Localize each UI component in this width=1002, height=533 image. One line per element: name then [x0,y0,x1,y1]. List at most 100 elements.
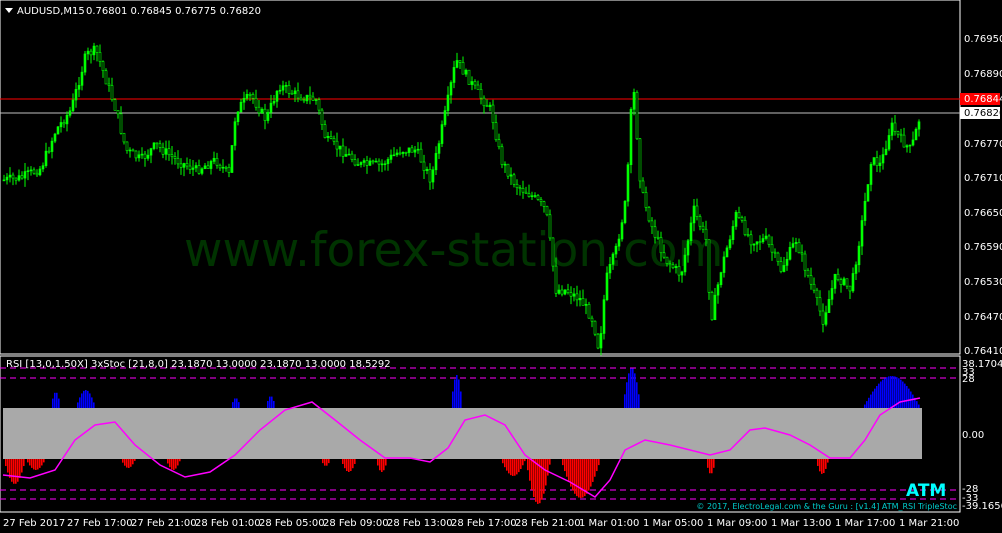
watermark-text: www.forex-station.com [184,223,723,278]
candle-body [746,234,750,236]
candle-body [182,163,186,168]
histogram-bar [598,459,600,466]
candle-body [356,164,360,166]
histogram-bar [130,459,132,467]
candle-body [638,138,642,182]
candle-body [887,135,891,150]
candle-body [575,293,579,301]
candle-body [53,133,57,142]
candle-body [173,156,177,159]
histogram-bar [37,459,39,470]
candle-body [494,122,498,140]
candle-body [107,83,111,86]
candle-body [392,154,396,157]
candle-body [302,99,306,102]
candle-body [815,289,819,298]
histogram-bar [31,459,33,468]
histogram-bar [549,459,551,465]
histogram-bar [326,459,328,466]
histogram-bar [324,459,326,466]
candle-body [914,128,918,141]
candle-body [800,252,804,255]
histogram-bar [128,459,130,468]
candle-body [134,150,138,159]
candle-body [776,252,780,262]
candle-body [149,148,153,156]
candle-body [230,145,234,173]
candle-body [752,243,756,246]
histogram-bar [19,459,21,478]
candle-body [836,273,840,281]
candle-body [209,161,213,169]
histogram-bar [572,459,574,491]
candle-body [59,122,63,128]
ask-price-tag-text: 0.76844 [964,94,1002,105]
histogram-bar [385,459,387,466]
candle-body [332,138,336,142]
indicator-scale[interactable]: 38.1704 33 28 0.00 -28 -33 -39.1656 [962,359,1002,512]
histogram-bar [15,459,17,484]
histogram-bar [864,404,866,408]
candle-body [668,263,672,266]
candle-body [551,237,555,267]
histogram-bar [354,459,356,464]
candle-body [698,216,702,227]
histogram-bar [906,385,908,408]
candle-body [14,177,18,181]
candle-body [38,168,42,176]
candle-body [422,161,426,171]
candle-body [797,242,801,254]
candle-body [179,163,183,168]
candle-body [68,110,72,116]
candle-body [83,53,87,73]
candle-body [863,200,867,221]
candle-body [8,174,12,178]
candle-body [194,165,198,169]
time-label: 1 Mar 05:00 [643,518,703,529]
chart-canvas[interactable]: www.forex-station.com AUDUSD,M15 0.76801… [0,0,1002,533]
candle-body [584,303,588,306]
candle-body [344,154,348,157]
candle-body [611,253,615,265]
candle-body [377,160,381,165]
candle-body [65,114,69,125]
histogram-bar [564,459,566,472]
histogram-bar [892,376,894,408]
candle-body [506,163,510,177]
candle-body [647,207,651,222]
candle-body [479,89,483,99]
time-axis[interactable]: 27 Feb 2017 27 Feb 17:00 27 Feb 21:00 28… [3,518,959,529]
scale-label: 28 [962,374,975,385]
candle-body [812,283,816,291]
histogram-bar [533,459,535,497]
candle-body [713,294,717,321]
histogram-bar [5,459,7,467]
candle-body [548,214,552,239]
candle-body [818,297,822,312]
histogram-bar [545,459,547,486]
candle-body [806,269,810,276]
histogram-bar [17,459,19,482]
histogram-bar [870,394,872,408]
histogram-bar [588,459,590,491]
candle-body [635,92,639,140]
candle-body [410,147,414,153]
candle-body [215,158,219,166]
candle-body [263,108,267,121]
price-scale[interactable]: 0.76950 0.76890 0.76770 0.76710 0.76650 … [964,34,1002,357]
histogram-bar [827,459,829,463]
histogram-bar [524,459,526,462]
price-label: 0.76470 [964,312,1002,323]
candle-body [419,148,423,163]
candle-body [35,172,39,176]
candle-body [905,145,909,148]
histogram-bar [452,391,454,408]
candle-body [899,133,903,136]
candle-body [401,151,405,154]
histogram-bar [348,459,350,472]
candle-body [596,333,600,349]
candle-body [848,285,852,292]
candle-body [527,193,531,197]
histogram-bar [273,400,275,408]
candle-body [26,170,30,173]
